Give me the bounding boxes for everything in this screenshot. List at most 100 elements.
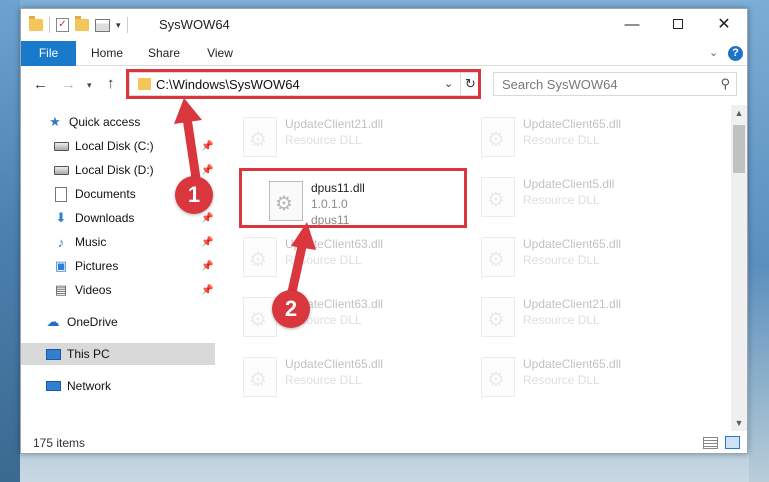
file-item[interactable]: ⚙ UpdateClient63.dll Resource DLL [237, 291, 467, 347]
dll-file-icon: ⚙ [243, 237, 277, 277]
recent-locations-icon[interactable]: ▾ [87, 80, 92, 91]
tab-home[interactable]: Home [85, 41, 129, 66]
window-title: SysWOW64 [159, 17, 230, 32]
file-name: UpdateClient65.dll [523, 357, 622, 371]
expand-ribbon-icon[interactable]: ⌄ [709, 46, 718, 59]
tab-file[interactable]: File [21, 41, 76, 66]
drive-icon [53, 138, 69, 154]
maximize-button[interactable] [655, 9, 701, 39]
address-highlight-box [126, 69, 481, 99]
ribbon-tabs: File Home Share View ⌄ ? [21, 41, 747, 66]
properties-check-icon[interactable]: ✓ [56, 18, 69, 32]
file-description: Resource DLL [523, 133, 600, 147]
search-icon[interactable]: ⚲ [720, 76, 730, 92]
forward-button[interactable]: → [61, 76, 76, 93]
sidebar-item-label: Local Disk (D:) [75, 163, 154, 177]
file-item[interactable]: ⚙ UpdateClient65.dll Resource DLL [475, 231, 705, 287]
step-2-badge: 2 [272, 290, 310, 328]
file-name: UpdateClient21.dll [285, 117, 384, 131]
back-button[interactable]: ← [33, 76, 48, 93]
close-button[interactable]: ✕ [701, 9, 747, 39]
tab-share[interactable]: Share [143, 41, 185, 66]
pin-icon[interactable]: 📌 [201, 237, 213, 248]
sidebar-item-pictures[interactable]: ▣ Pictures 📌 [21, 255, 215, 277]
pin-icon[interactable]: 📌 [201, 141, 213, 152]
file-item[interactable]: ⚙ UpdateClient21.dll Resource DLL [475, 291, 705, 347]
file-description: Resource DLL [285, 373, 362, 387]
downloads-icon: ⬇ [55, 210, 67, 225]
file-item[interactable]: ⚙ UpdateClient65.dll Resource DLL [475, 351, 705, 407]
file-description: Resource DLL [523, 373, 600, 387]
new-folder-icon[interactable] [75, 16, 89, 31]
pin-icon[interactable]: 📌 [201, 285, 213, 296]
up-button[interactable]: ↑ [107, 75, 115, 92]
file-name: UpdateClient63.dll [285, 237, 384, 251]
search-box[interactable]: Search SysWOW64 ⚲ [493, 72, 737, 96]
file-list: ⚙ UpdateClient21.dll Resource DLL ⚙ Upda… [231, 105, 731, 429]
large-icons-view-icon[interactable] [725, 436, 740, 449]
scrollbar-thumb[interactable] [733, 125, 745, 173]
file-item[interactable]: ⚙ UpdateClient65.dll Resource DLL [237, 351, 467, 407]
documents-icon [53, 186, 69, 202]
sidebar-item-label: Local Disk (C:) [75, 139, 154, 153]
help-icon[interactable]: ? [728, 46, 743, 61]
scroll-up-icon[interactable]: ▲ [731, 105, 747, 121]
status-bar: 175 items [21, 433, 747, 453]
minimize-button[interactable]: — [609, 9, 655, 39]
file-item[interactable]: ⚙ UpdateClient21.dll Resource DLL [237, 111, 467, 167]
qat-dropdown-icon[interactable]: ▾ [116, 20, 121, 31]
sidebar-item-label: Network [67, 379, 112, 393]
sidebar-item-this-pc[interactable]: This PC [21, 343, 215, 365]
dll-file-icon: ⚙ [481, 297, 515, 337]
file-name: UpdateClient21.dll [523, 297, 622, 311]
vertical-scrollbar[interactable]: ▲ ▼ [731, 105, 747, 431]
dll-file-icon: ⚙ [481, 237, 515, 277]
sidebar-item-network[interactable]: Network [21, 375, 215, 397]
file-description: Resource DLL [523, 193, 600, 207]
videos-icon: ▤ [54, 282, 68, 297]
customize-icon[interactable] [95, 18, 110, 32]
title-bar: ✓ ▾ SysWOW64 — ✕ [21, 9, 747, 41]
file-item[interactable]: ⚙ UpdateClient65.dll Resource DLL [475, 111, 705, 167]
file-item[interactable]: ⚙ UpdateClient63.dll Resource DLL [237, 231, 467, 287]
network-icon [45, 378, 61, 394]
toolbar-separator [49, 17, 50, 33]
sidebar-item-quick-access[interactable]: ★ Quick access [21, 111, 215, 133]
toolbar-separator [126, 17, 128, 33]
sidebar-item-music[interactable]: ♪ Music 📌 [21, 231, 215, 253]
details-view-icon[interactable] [703, 437, 718, 449]
file-description: Resource DLL [523, 253, 600, 267]
desktop-background-left [0, 0, 20, 482]
dll-file-icon: ⚙ [243, 357, 277, 397]
dll-file-icon: ⚙ [481, 177, 515, 217]
music-icon: ♪ [57, 234, 65, 250]
sidebar-item-label: Quick access [69, 115, 141, 129]
sidebar-item-label: Downloads [75, 211, 135, 225]
navigation-pane: ★ Quick access Local Disk (C:) 📌 Local D… [21, 109, 215, 429]
scroll-down-icon[interactable]: ▼ [731, 415, 747, 431]
pin-icon[interactable]: 📌 [201, 165, 213, 176]
pictures-icon: ▣ [54, 258, 68, 273]
file-item[interactable]: ⚙ UpdateClient5.dll Resource DLL [475, 171, 705, 227]
pin-icon[interactable]: 📌 [201, 213, 213, 224]
quick-access-toolbar: ✓ ▾ [29, 16, 128, 33]
search-placeholder[interactable]: Search SysWOW64 [502, 77, 618, 92]
sidebar-item-local-disk-c[interactable]: Local Disk (C:) 📌 [21, 135, 215, 157]
file-highlight-box [239, 168, 467, 228]
sidebar-item-onedrive[interactable]: ☁ OneDrive [21, 311, 215, 333]
cloud-icon: ☁ [46, 314, 60, 329]
file-description: Resource DLL [285, 253, 362, 267]
file-name: UpdateClient65.dll [285, 357, 384, 371]
pin-icon[interactable]: 📌 [201, 261, 213, 272]
tab-view[interactable]: View [201, 41, 239, 66]
dll-file-icon: ⚙ [481, 357, 515, 397]
desktop-background-right [749, 0, 769, 482]
sidebar-item-videos[interactable]: ▤ Videos 📌 [21, 279, 215, 301]
computer-icon [45, 346, 61, 362]
file-name: UpdateClient5.dll [523, 177, 615, 191]
file-name: UpdateClient65.dll [523, 117, 622, 131]
sidebar-item-label: Documents [75, 187, 136, 201]
sidebar-item-label: Pictures [75, 259, 119, 273]
sidebar-item-label: This PC [67, 347, 110, 361]
dll-file-icon: ⚙ [243, 117, 277, 157]
